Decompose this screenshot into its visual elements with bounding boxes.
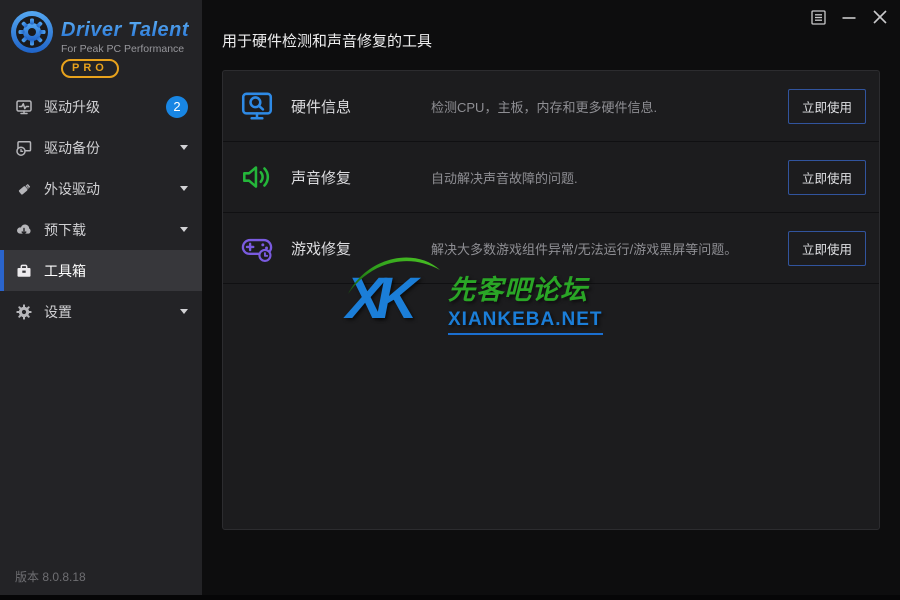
minimize-icon[interactable] <box>840 8 858 26</box>
update-count-badge: 2 <box>166 96 188 118</box>
tool-row-sound-repair: 声音修复 自动解决声音故障的问题. 立即使用 <box>223 142 879 213</box>
tool-name: 硬件信息 <box>291 96 431 117</box>
tool-name: 声音修复 <box>291 167 431 188</box>
driver-talent-gear-icon <box>9 9 55 55</box>
tool-description: 自动解决声音故障的问题. <box>431 168 788 187</box>
changelog-list-icon[interactable] <box>809 8 827 26</box>
chevron-down-icon <box>180 145 188 150</box>
use-now-button[interactable]: 立即使用 <box>788 160 866 195</box>
window-bottom-edge <box>0 595 900 600</box>
app-logo: Driver Talent For Peak PC Performance PR… <box>0 0 202 84</box>
main-content: 用于硬件检测和声音修复的工具 硬件信息 检测CPU，主板，内存和更多硬件信息. … <box>202 0 900 595</box>
page-title: 用于硬件检测和声音修复的工具 <box>222 30 432 51</box>
use-now-button[interactable]: 立即使用 <box>788 231 866 266</box>
tools-panel: 硬件信息 检测CPU，主板，内存和更多硬件信息. 立即使用 声音修复 自动解决声… <box>222 70 880 530</box>
gear-icon <box>15 303 33 321</box>
sidebar-menu: 驱动升级 2 驱动备份 <box>0 86 202 332</box>
chevron-down-icon <box>180 227 188 232</box>
usb-drive-icon <box>15 180 33 198</box>
close-icon[interactable] <box>871 8 889 26</box>
sidebar-item-label: 外设驱动 <box>44 179 180 199</box>
hardware-monitor-icon <box>239 88 275 124</box>
watermark-site-url: XIANKEBA.NET <box>448 309 603 335</box>
app-window: Driver Talent For Peak PC Performance PR… <box>0 0 900 600</box>
sidebar-item-label: 工具箱 <box>44 261 188 281</box>
cloud-download-icon <box>15 221 33 239</box>
sidebar-item-label: 驱动备份 <box>44 138 180 158</box>
toolbox-icon <box>15 262 33 280</box>
tool-row-game-repair: 游戏修复 解决大多数游戏组件异常/无法运行/游戏黑屏等问题。 立即使用 <box>223 213 879 284</box>
sidebar-item-label: 预下载 <box>44 220 180 240</box>
sidebar-item-driver-backup[interactable]: 驱动备份 <box>0 127 202 168</box>
sidebar-item-predownload[interactable]: 预下载 <box>0 209 202 250</box>
monitor-pulse-icon <box>15 98 33 116</box>
tool-row-hardware-info: 硬件信息 检测CPU，主板，内存和更多硬件信息. 立即使用 <box>223 71 879 142</box>
use-now-button[interactable]: 立即使用 <box>788 89 866 124</box>
sidebar: Driver Talent For Peak PC Performance PR… <box>0 0 202 595</box>
chevron-down-icon <box>180 186 188 191</box>
tool-description: 检测CPU，主板，内存和更多硬件信息. <box>431 97 788 116</box>
gamepad-icon <box>239 230 275 266</box>
backup-clock-icon <box>15 139 33 157</box>
sidebar-item-settings[interactable]: 设置 <box>0 291 202 332</box>
speaker-icon <box>239 159 275 195</box>
window-controls <box>809 8 889 26</box>
pro-badge: PRO <box>61 59 119 78</box>
app-tagline: For Peak PC Performance <box>61 43 189 55</box>
tool-name: 游戏修复 <box>291 238 431 259</box>
sidebar-item-label: 设置 <box>44 302 180 322</box>
tool-description: 解决大多数游戏组件异常/无法运行/游戏黑屏等问题。 <box>431 239 788 258</box>
chevron-down-icon <box>180 309 188 314</box>
sidebar-item-peripheral-drivers[interactable]: 外设驱动 <box>0 168 202 209</box>
sidebar-item-label: 驱动升级 <box>44 97 166 117</box>
sidebar-item-driver-update[interactable]: 驱动升级 2 <box>0 86 202 127</box>
app-title: Driver Talent <box>61 19 189 42</box>
version-label: 版本 8.0.8.18 <box>15 568 86 585</box>
sidebar-item-toolbox[interactable]: 工具箱 <box>0 250 202 291</box>
